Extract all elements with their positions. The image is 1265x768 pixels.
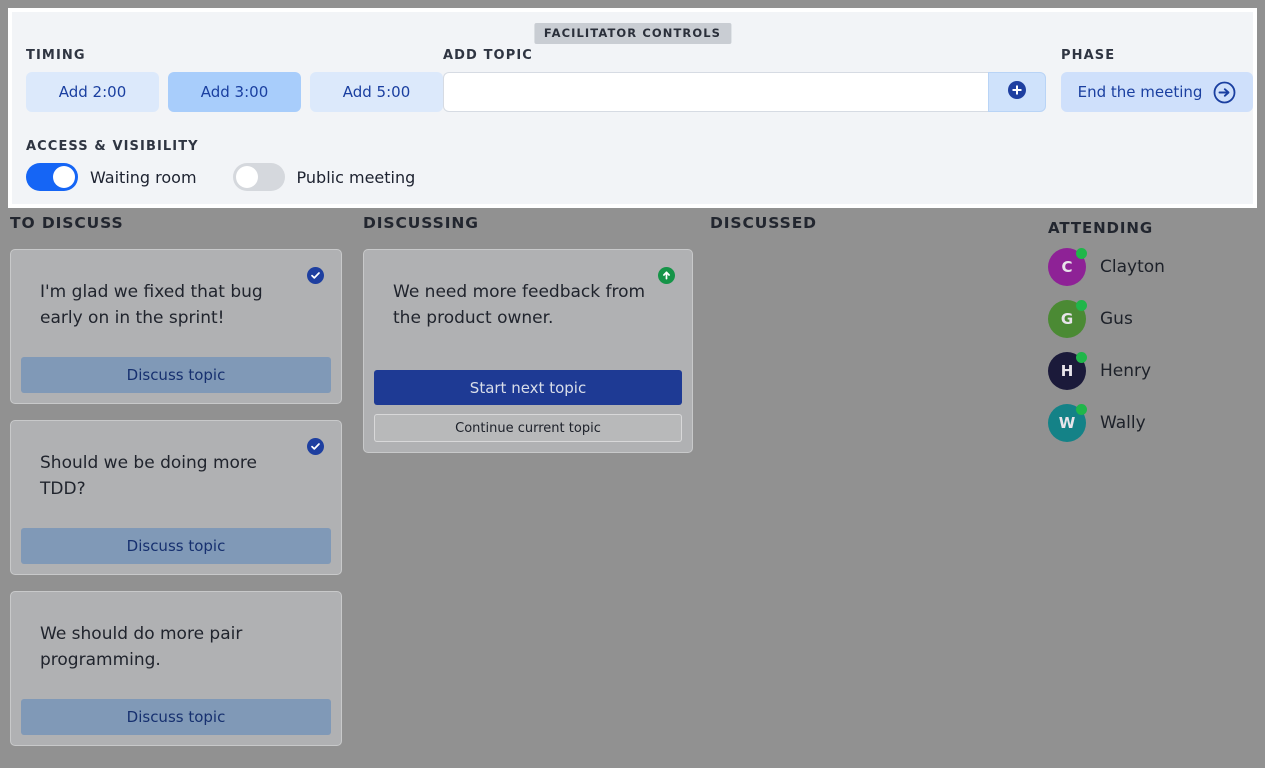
topic-card[interactable]: I'm glad we fixed that bug early on in t… <box>10 249 342 404</box>
column-discussed: DISCUSSED <box>710 214 1040 249</box>
online-status-dot <box>1076 300 1087 311</box>
waiting-room-label: Waiting room <box>90 167 197 187</box>
phase-label: PHASE <box>1061 48 1116 63</box>
add-3-00-button[interactable]: Add 3:00 <box>168 72 301 112</box>
attendee-name: Gus <box>1100 309 1133 329</box>
add-topic-row <box>443 72 1046 112</box>
attendee-name: Wally <box>1100 413 1146 433</box>
online-status-dot <box>1076 248 1087 259</box>
timing-label: TIMING <box>26 48 86 63</box>
plus-circle-icon <box>1006 79 1028 105</box>
topic-card[interactable]: Should we be doing more TDD? Discuss top… <box>10 420 342 575</box>
public-meeting-label: Public meeting <box>296 167 416 187</box>
arrow-right-circle-icon <box>1213 81 1236 104</box>
facilitator-panel-inner: FACILITATOR CONTROLS TIMING Add 2:00 Add… <box>12 12 1253 204</box>
attendee-name: Henry <box>1100 361 1152 381</box>
start-next-topic-button[interactable]: Start next topic <box>374 370 682 405</box>
toggle-row: Waiting room Public meeting <box>26 163 451 191</box>
arrow-up-badge-icon <box>658 267 675 284</box>
online-status-dot <box>1076 404 1087 415</box>
discussing-card-text: We need more feedback from the product o… <box>393 282 646 328</box>
topic-card-text: I'm glad we fixed that bug early on in t… <box>40 282 263 328</box>
topic-card-text: We should do more pair programming. <box>40 624 243 670</box>
discuss-topic-button[interactable]: Discuss topic <box>21 699 331 735</box>
timing-buttons: Add 2:00 Add 3:00 Add 5:00 <box>26 72 443 112</box>
topic-card[interactable]: We should do more pair programming. Disc… <box>10 591 342 746</box>
checkmark-badge-icon <box>307 438 324 455</box>
column-title-discussed: DISCUSSED <box>710 214 817 232</box>
add-5-00-button[interactable]: Add 5:00 <box>310 72 443 112</box>
discuss-topic-button[interactable]: Discuss topic <box>21 357 331 393</box>
attendee-row[interactable]: H Henry <box>1048 345 1258 397</box>
discussing-topic-card[interactable]: We need more feedback from the product o… <box>363 249 693 453</box>
avatar: H <box>1048 352 1087 390</box>
column-discussing: DISCUSSING We need more feedback from th… <box>363 214 693 469</box>
timing-group: TIMING Add 2:00 Add 3:00 Add 5:00 <box>26 48 443 112</box>
avatar: W <box>1048 404 1087 442</box>
topic-card-body: I'm glad we fixed that bug early on in t… <box>21 260 331 357</box>
continue-current-topic-button[interactable]: Continue current topic <box>374 414 682 442</box>
topic-card-text: Should we be doing more TDD? <box>40 453 257 499</box>
access-visibility-group: ACCESS & VISIBILITY Waiting room Public … <box>26 139 451 191</box>
topic-card-body: We should do more pair programming. <box>21 602 331 699</box>
attendee-row[interactable]: C Clayton <box>1048 241 1258 293</box>
discussing-card-body: We need more feedback from the product o… <box>374 260 682 370</box>
phase-group: PHASE End the meeting <box>1061 48 1253 112</box>
attendee-name: Clayton <box>1100 257 1165 277</box>
avatar: G <box>1048 300 1087 338</box>
add-topic-label: ADD TOPIC <box>443 48 533 63</box>
column-title-discussing: DISCUSSING <box>363 214 479 232</box>
discuss-topic-button[interactable]: Discuss topic <box>21 528 331 564</box>
waiting-room-toggle[interactable] <box>26 163 78 191</box>
facilitator-controls-panel: FACILITATOR CONTROLS TIMING Add 2:00 Add… <box>8 8 1257 208</box>
add-topic-submit-button[interactable] <box>988 72 1046 112</box>
column-title-to-discuss: TO DISCUSS <box>10 214 124 232</box>
avatar: C <box>1048 248 1087 286</box>
end-meeting-label: End the meeting <box>1077 83 1203 101</box>
topic-card-body: Should we be doing more TDD? <box>21 431 331 528</box>
add-topic-group: ADD TOPIC <box>443 48 1046 112</box>
access-visibility-label: ACCESS & VISIBILITY <box>26 139 199 154</box>
toggle-knob <box>53 166 75 188</box>
public-meeting-toggle[interactable] <box>232 163 285 191</box>
attending-panel: ATTENDING C Clayton G Gus H Henry W Wall… <box>1048 219 1258 449</box>
online-status-dot <box>1076 352 1087 363</box>
column-to-discuss: TO DISCUSS I'm glad we fixed that bug ea… <box>10 214 342 762</box>
end-the-meeting-button[interactable]: End the meeting <box>1061 72 1253 112</box>
add-topic-input[interactable] <box>443 72 988 112</box>
attendee-row[interactable]: G Gus <box>1048 293 1258 345</box>
facilitator-controls-badge: FACILITATOR CONTROLS <box>533 23 732 44</box>
attending-title: ATTENDING <box>1048 219 1154 237</box>
attendee-row[interactable]: W Wally <box>1048 397 1258 449</box>
add-2-00-button[interactable]: Add 2:00 <box>26 72 159 112</box>
toggle-knob <box>235 166 258 188</box>
checkmark-badge-icon <box>307 267 324 284</box>
